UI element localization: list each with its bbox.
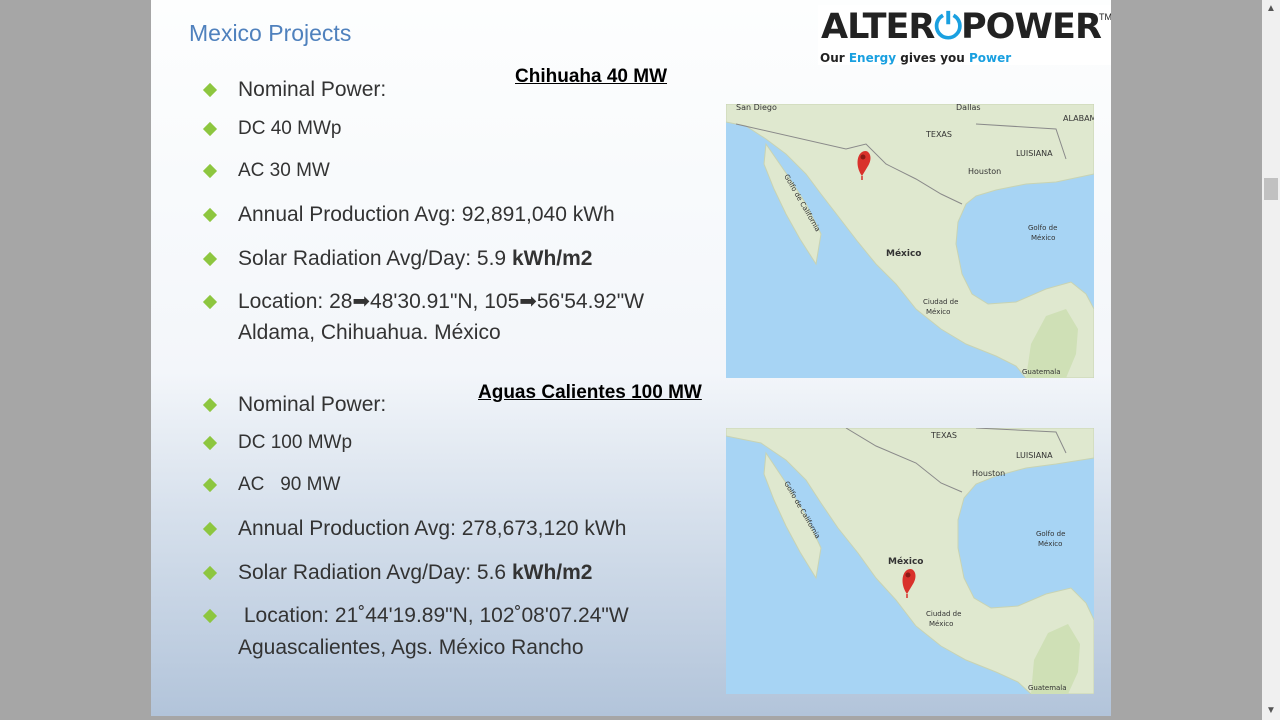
project-title-aguascalientes: Aguas Calientes 100 MW — [478, 382, 702, 403]
bullet-diamond-icon — [202, 397, 218, 413]
vertical-scrollbar[interactable] — [1262, 0, 1280, 720]
scroll-down-arrow-icon[interactable]: ▼ — [1262, 702, 1280, 720]
bullet-diamond-icon — [202, 207, 218, 223]
map-aguascalientes-svg: TEXAS LUISIANA Houston Golfo de México G… — [726, 428, 1094, 694]
svg-text:Golfo de: Golfo de — [1028, 224, 1057, 232]
svg-text:San Diego: San Diego — [736, 104, 777, 112]
svg-text:Guatemala: Guatemala — [1028, 684, 1067, 692]
svg-text:ALABAM: ALABAM — [1063, 114, 1094, 123]
svg-text:México: México — [888, 556, 923, 567]
bullet-diamond-icon — [202, 121, 218, 137]
bullet-diamond-icon — [202, 477, 218, 493]
svg-text:Dallas: Dallas — [956, 104, 981, 112]
page-title: Mexico Projects — [189, 20, 352, 46]
bullet-diamond-icon — [202, 294, 218, 310]
svg-text:TEXAS: TEXAS — [925, 130, 952, 139]
svg-text:LUISIANA: LUISIANA — [1016, 149, 1053, 158]
svg-text:Houston: Houston — [972, 469, 1005, 478]
bullet-diamond-icon — [202, 565, 218, 581]
power-icon: ⏻ — [934, 7, 962, 47]
logo-wordmark: ALTER⏻POWER — [821, 7, 1102, 47]
svg-text:TEXAS: TEXAS — [930, 431, 957, 440]
project-title-chihuahua: Chihuaha 40 MW — [515, 66, 668, 87]
map-chihuahua: San Diego Dallas TEXAS ALABAM LUISIANA H… — [726, 104, 1094, 378]
svg-text:México: México — [1038, 540, 1062, 548]
svg-text:Golfo de: Golfo de — [1036, 530, 1065, 538]
svg-text:México: México — [1031, 234, 1055, 242]
bullet-diamond-icon — [202, 521, 218, 537]
svg-text:Ciudad de: Ciudad de — [926, 610, 961, 618]
bullet-diamond-icon — [202, 82, 218, 98]
logo-tagline: Our Energy gives you Power — [820, 51, 1012, 65]
map-aguascalientes: TEXAS LUISIANA Houston Golfo de México G… — [726, 428, 1094, 694]
map-chihuahua-svg: San Diego Dallas TEXAS ALABAM LUISIANA H… — [726, 104, 1094, 378]
alterpower-logo: ALTER⏻POWER TM Our Energy gives you Powe… — [818, 5, 1111, 65]
svg-text:LUISIANA: LUISIANA — [1016, 451, 1053, 460]
svg-text:Houston: Houston — [968, 167, 1001, 176]
scroll-up-arrow-icon[interactable]: ▲ — [1262, 0, 1280, 18]
svg-text:México: México — [929, 620, 953, 628]
bullet-diamond-icon — [202, 163, 218, 179]
svg-text:Ciudad de: Ciudad de — [923, 298, 958, 306]
scrollbar-thumb[interactable] — [1264, 178, 1278, 200]
svg-text:Guatemala: Guatemala — [1022, 368, 1061, 376]
bullet-diamond-icon — [202, 435, 218, 451]
slide: Mexico Projects ALTER⏻POWER TM Our Energ… — [151, 0, 1111, 716]
svg-text:México: México — [926, 308, 950, 316]
logo-trademark: TM — [1099, 12, 1111, 22]
bullet-diamond-icon — [202, 608, 218, 624]
svg-text:México: México — [886, 248, 921, 259]
bullet-diamond-icon — [202, 251, 218, 267]
